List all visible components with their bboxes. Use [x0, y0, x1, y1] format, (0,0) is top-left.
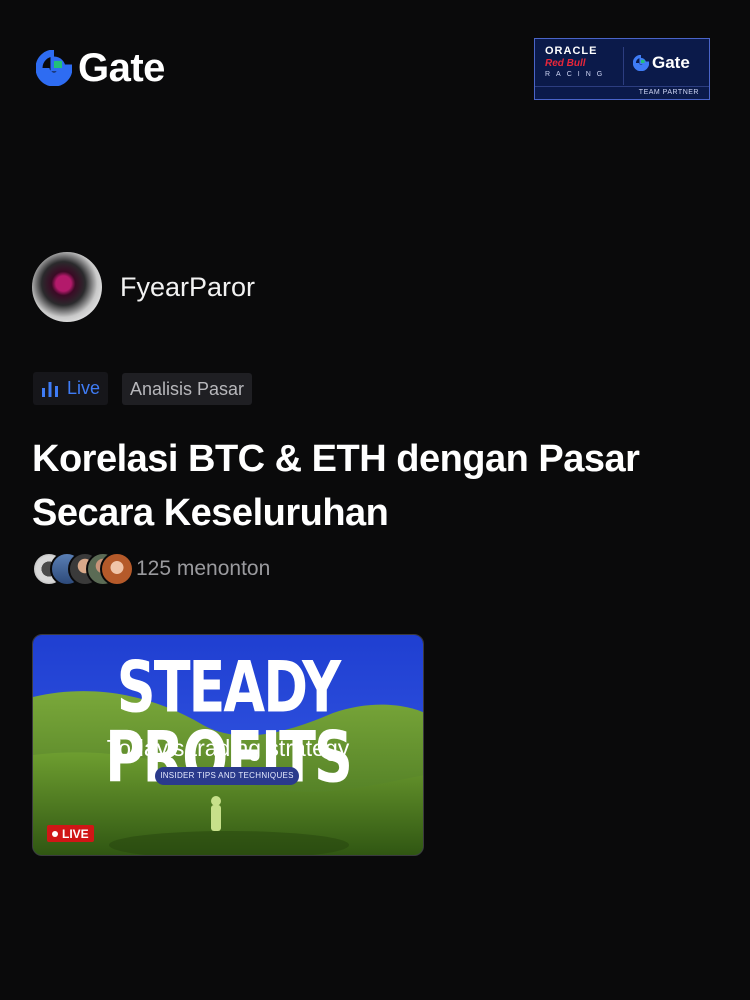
live-badge: LIVE	[47, 825, 94, 842]
host-avatar[interactable]	[32, 252, 102, 322]
live-tag-label: Live	[67, 378, 101, 398]
gate-mini-icon	[633, 55, 649, 71]
partner-gate-logo: Gate	[633, 53, 690, 73]
partner-gate-text: Gate	[652, 53, 690, 72]
partner-divider	[623, 47, 624, 85]
stream-title: Korelasi BTC & ETH dengan Pasar Secara K…	[32, 438, 640, 534]
viewer-avatar-stack	[32, 552, 134, 586]
team-partner-banner[interactable]: ORACLE Red Bull RACING Gate TEAM PARTNER	[534, 38, 710, 100]
viewer-avatar	[100, 552, 134, 586]
thumbnail-subtitle: Today’s trading strategy	[106, 735, 350, 761]
oracle-wordmark: ORACLE	[545, 45, 598, 57]
stream-thumbnail[interactable]: STEADY PROFITS Today’s trading strategy …	[32, 634, 424, 856]
gate-logo-icon	[36, 50, 72, 86]
viewer-info: 125 menonton	[32, 552, 270, 586]
thumbnail-pill: INSIDER TIPS AND TECHNIQUES	[155, 767, 299, 785]
host-username[interactable]: FyearParor	[120, 272, 255, 303]
live-badge-label: LIVE	[62, 826, 89, 841]
redbull-wordmark: Red Bull	[545, 58, 586, 69]
viewer-count: 125 menonton	[136, 557, 271, 580]
category-tag[interactable]: Analisis Pasar	[122, 373, 253, 405]
bar-chart-icon	[42, 381, 58, 397]
racing-wordmark: RACING	[545, 71, 609, 78]
gate-logo-text: Gate	[78, 46, 165, 90]
gate-logo[interactable]: Gate	[36, 48, 165, 88]
live-dot-icon	[52, 830, 58, 837]
live-tag: Live	[33, 372, 109, 405]
team-partner-label: TEAM PARTNER	[535, 86, 709, 99]
